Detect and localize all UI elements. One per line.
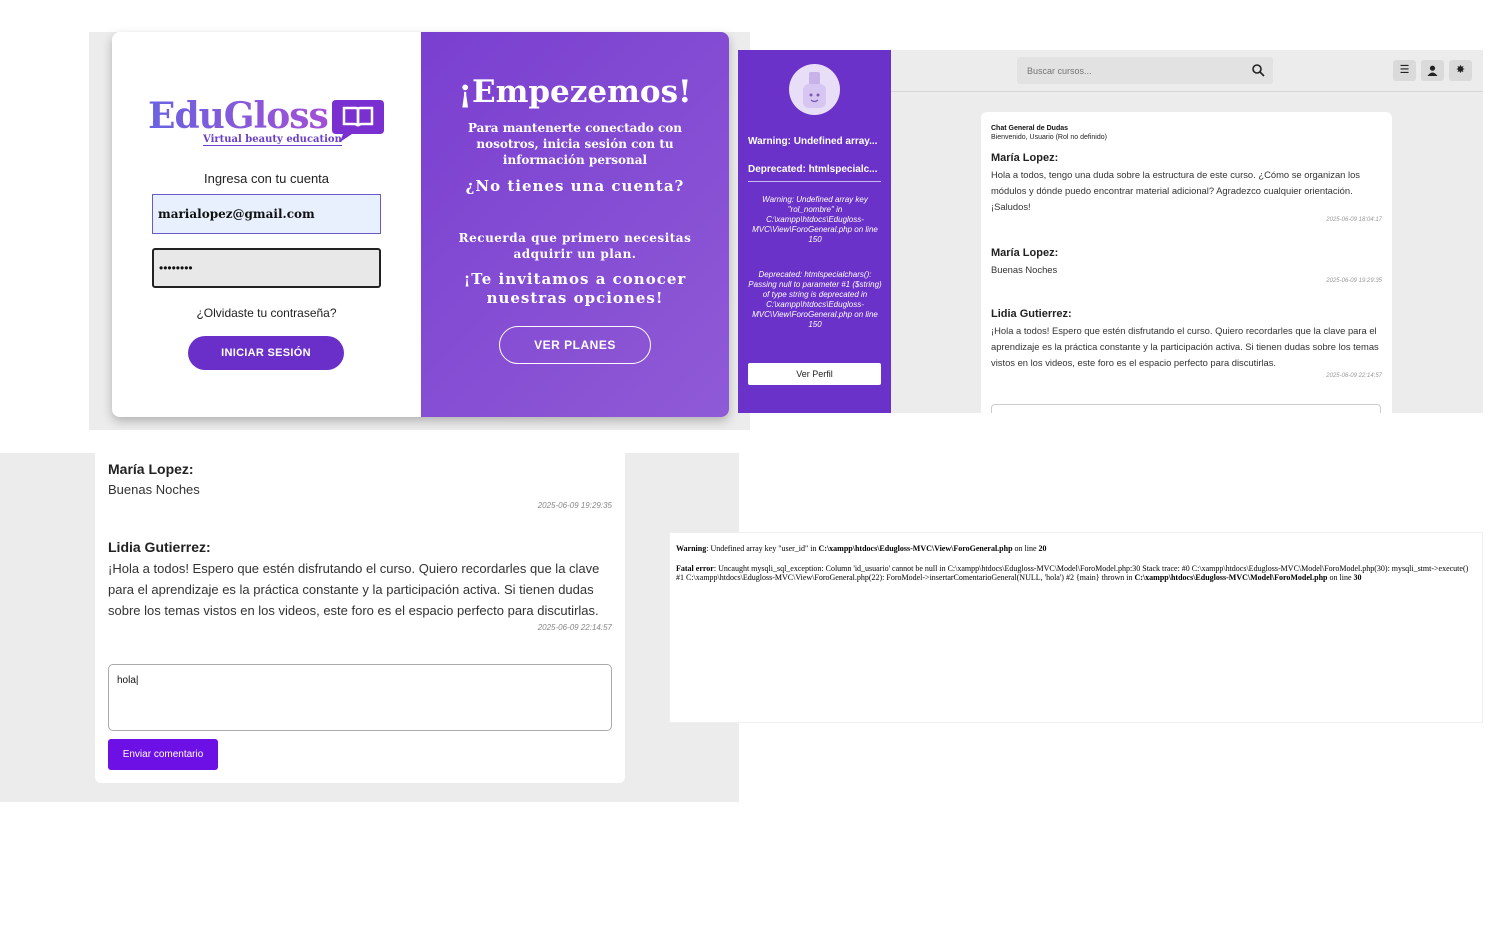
login-card: EduGloss Virtual beauty education Ingres… (112, 32, 729, 417)
php-deprecated-message: Deprecated: htmlspecialchars(): Passing … (748, 270, 882, 329)
php-warning: Warning: Undefined array key "user_id" i… (676, 544, 1047, 553)
edugloss-logo: EduGloss Virtual beauty education (148, 94, 388, 154)
forum-screenshot: Warning: Undefined array... Deprecated: … (738, 50, 1483, 413)
book-icon (332, 100, 384, 142)
email-field[interactable] (152, 194, 381, 234)
forgot-password-link[interactable]: ¿Olvidaste tu contraseña? (112, 306, 421, 320)
comment-text: ¡Hola a todos! Espero que estén disfruta… (108, 561, 600, 618)
search-icon[interactable] (1251, 63, 1265, 77)
login-form-section: EduGloss Virtual beauty education Ingres… (112, 32, 421, 417)
comment-text: Buenas Noches (108, 482, 200, 497)
comment-date: 2025-06-09 18:04:17 (1326, 217, 1382, 223)
welcome-text: Bienvenido, Usuario (Rol no definido) (991, 134, 1107, 141)
signup-promo-section: ¡Empezemos! Para mantenerte conectado co… (421, 32, 729, 417)
comment-author: María Lopez: (991, 247, 1059, 259)
sidebar: Warning: Undefined array... Deprecated: … (738, 50, 891, 413)
comment-textarea[interactable] (991, 404, 1381, 413)
forum-chat-card: Chat General de Dudas Bienvenido, Usuari… (981, 112, 1392, 413)
promo-title: ¡Empezemos! (458, 74, 692, 110)
submit-comment-button[interactable]: Enviar comentario (108, 739, 218, 770)
comment-text: ¡Hola a todos! Espero que estén disfruta… (991, 325, 1379, 368)
comment-date: 2025-06-09 19:29:35 (1326, 278, 1382, 284)
sidebar-warning: Warning: Undefined array... (748, 136, 878, 147)
comment-author: María Lopez: (108, 461, 194, 477)
logo-text: EduGloss (148, 95, 329, 137)
php-fatal-error: Fatal error: Uncaught mysqli_sql_excepti… (676, 564, 1469, 582)
view-plans-button[interactable]: VER PLANES (499, 326, 651, 364)
avatar[interactable] (789, 64, 840, 115)
login-button[interactable]: INICIAR SESIÓN (188, 336, 344, 370)
comment-text: Buenas Noches (991, 264, 1058, 275)
password-field[interactable] (152, 248, 381, 288)
gear-icon[interactable]: ✸ (1449, 60, 1472, 81)
login-screenshot: EduGloss Virtual beauty education Ingres… (89, 32, 750, 430)
search-input[interactable] (1017, 57, 1273, 84)
comment-author: Lidia Gutierrez: (991, 308, 1072, 320)
comment-date: 2025-06-09 19:29:35 (537, 501, 612, 510)
view-profile-button[interactable]: Ver Perfil (748, 363, 881, 385)
comments-screenshot: María Lopez: Buenas Noches 2025-06-09 19… (0, 453, 739, 802)
user-icon[interactable] (1421, 60, 1444, 81)
comment-date: 2025-06-09 22:14:57 (537, 623, 612, 632)
promo-question: ¿No tienes una cuenta? (465, 177, 685, 195)
error-screenshot: Warning: Undefined array key "user_id" i… (669, 532, 1483, 723)
comment-text: Hola a todos, tengo una duda sobre la es… (991, 169, 1360, 212)
divider (748, 181, 881, 182)
comment-date: 2025-06-09 22:14:57 (1326, 373, 1382, 379)
php-warning-message: Warning: Undefined array key "rol_nombre… (752, 195, 878, 244)
sidebar-deprecated: Deprecated: htmlspecialc... (748, 164, 878, 175)
menu-icon[interactable]: ☰ (1393, 60, 1416, 81)
promo-plan-note: Recuerda que primero necesitas adquirir … (458, 231, 692, 261)
chat-title: Chat General de Dudas (991, 125, 1069, 132)
topbar: ☰ ✸ (891, 50, 1483, 92)
comment-textarea[interactable]: hola| (108, 664, 612, 731)
promo-text: Para mantenerte conectado con nosotros, … (467, 121, 683, 167)
nail-polish-icon (803, 72, 826, 108)
login-prompt: Ingresa con tu cuenta (203, 171, 330, 186)
comment-author: María Lopez: (991, 152, 1059, 164)
comments-card: María Lopez: Buenas Noches 2025-06-09 19… (95, 453, 625, 783)
logo-subtitle: Virtual beauty education (203, 134, 342, 146)
comment-author: Lidia Gutierrez: (108, 539, 211, 555)
promo-invite: ¡Te invitamos a conocer nuestras opcione… (463, 270, 687, 307)
